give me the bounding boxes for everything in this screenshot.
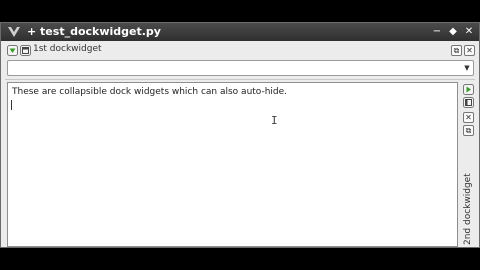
- divider: [5, 79, 475, 80]
- maximize-icon[interactable]: ◆: [447, 25, 459, 39]
- text-caret: [11, 100, 12, 110]
- dock2-sidebar[interactable]: ✕ ⧉ 2nd dockwidget: [461, 82, 477, 247]
- editor-text: These are collapsible dock widgets which…: [12, 87, 288, 97]
- dock2-toggle-icon[interactable]: [463, 97, 474, 108]
- dock-toggle-icon[interactable]: [20, 45, 31, 56]
- dock1-float-icon[interactable]: ⧉: [451, 45, 462, 56]
- minimize-icon[interactable]: −: [431, 25, 443, 39]
- dock1-title: 1st dockwidget: [33, 44, 102, 54]
- title-bar[interactable]: + test_dockwidget.py − ◆ ✕: [1, 23, 479, 41]
- chevron-down-icon[interactable]: ▼: [462, 62, 472, 74]
- dock2-float-icon[interactable]: ⧉: [463, 125, 474, 136]
- expand-arrow-icon[interactable]: [463, 84, 474, 95]
- dock2-title[interactable]: 2nd dockwidget: [463, 173, 473, 245]
- text-editor[interactable]: These are collapsible dock widgets which…: [7, 82, 458, 247]
- close-icon[interactable]: ✕: [463, 25, 475, 39]
- dock2-close-icon[interactable]: ✕: [463, 112, 474, 123]
- app-logo-icon: [8, 27, 20, 37]
- screen-background: + test_dockwidget.py − ◆ ✕ 1st dockwidge…: [0, 0, 480, 270]
- dock1-header: 1st dockwidget ⧉ ✕: [5, 43, 475, 58]
- dock1-close-icon[interactable]: ✕: [464, 45, 475, 56]
- ibeam-cursor-icon: I: [271, 114, 278, 127]
- combo-box[interactable]: ▼: [7, 60, 474, 76]
- collapse-arrow-icon[interactable]: [7, 45, 18, 56]
- window-title: + test_dockwidget.py: [27, 25, 161, 38]
- app-window: + test_dockwidget.py − ◆ ✕ 1st dockwidge…: [0, 22, 480, 248]
